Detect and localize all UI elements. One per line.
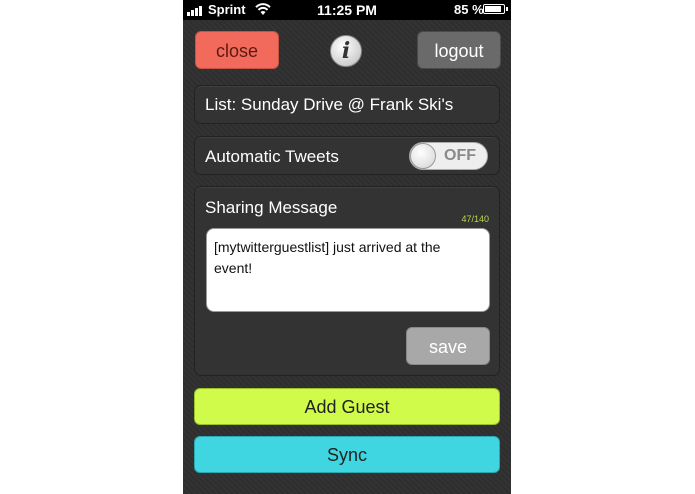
battery-percent: 85 % bbox=[454, 2, 484, 17]
toggle-state: OFF bbox=[444, 147, 476, 164]
status-bar: Sprint 11:25 PM 85 % bbox=[183, 0, 511, 20]
phone-screen: Sprint 11:25 PM 85 % close i logout List… bbox=[183, 0, 511, 494]
character-count: 47/140 bbox=[461, 214, 489, 224]
add-guest-button[interactable]: Add Guest bbox=[194, 388, 500, 425]
automatic-tweets-row: Automatic Tweets OFF bbox=[194, 136, 500, 175]
list-name: List: Sunday Drive @ Frank Ski's bbox=[205, 95, 454, 114]
sharing-message-panel: Sharing Message 47/140 [mytwitterguestli… bbox=[194, 186, 500, 376]
sharing-message-title: Sharing Message bbox=[205, 198, 338, 217]
battery-icon bbox=[483, 4, 508, 14]
sharing-message-input[interactable]: [mytwitterguestlist] just arrived at the… bbox=[206, 228, 490, 312]
logout-button[interactable]: logout bbox=[417, 31, 501, 69]
toggle-knob bbox=[410, 143, 436, 169]
list-panel[interactable]: List: Sunday Drive @ Frank Ski's bbox=[194, 85, 500, 124]
close-button[interactable]: close bbox=[195, 31, 279, 69]
automatic-tweets-toggle[interactable]: OFF bbox=[409, 142, 488, 170]
sync-button[interactable]: Sync bbox=[194, 436, 500, 473]
info-icon[interactable]: i bbox=[330, 35, 362, 67]
save-button[interactable]: save bbox=[406, 327, 490, 365]
automatic-tweets-label: Automatic Tweets bbox=[205, 147, 339, 166]
